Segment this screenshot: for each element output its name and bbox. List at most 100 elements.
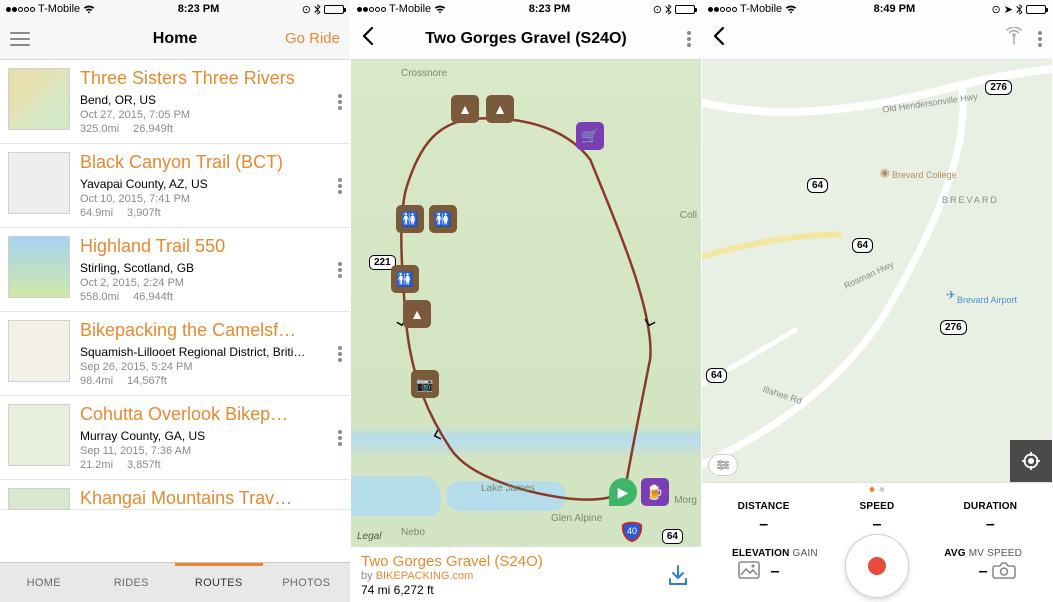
- camera-button[interactable]: [992, 561, 1016, 584]
- route-row[interactable]: Khangai Mountains Trav…: [0, 480, 350, 510]
- map-label-lake: Lake James: [481, 483, 535, 494]
- tab-rides[interactable]: RIDES: [88, 563, 176, 602]
- status-bar: T-Mobile 8:23 PM ⊙: [351, 0, 701, 18]
- row-more-button[interactable]: [338, 94, 342, 110]
- route-location: Bend, OR, US: [80, 93, 342, 107]
- row-more-button[interactable]: [338, 178, 342, 194]
- poi-start-icon[interactable]: ▶: [609, 478, 637, 506]
- author-link[interactable]: BIKEPACKING.com: [376, 570, 474, 582]
- map-label-crossnore: Crossnore: [401, 68, 447, 79]
- routes-list[interactable]: Three Sisters Three Rivers Bend, OR, US …: [0, 60, 350, 562]
- route-stats: 98.4mi14,567ft: [80, 375, 342, 387]
- nav-bar: Home Go Ride: [0, 18, 350, 60]
- footer-author: by BIKEPACKING.com: [361, 570, 691, 582]
- alarm-icon: ⊙: [302, 3, 311, 16]
- route-location: Yavapai County, AZ, US: [80, 177, 342, 191]
- poi-photo-icon[interactable]: 📷: [411, 370, 439, 398]
- highway-shield-icon: 64: [706, 368, 727, 383]
- tab-home[interactable]: HOME: [0, 563, 88, 602]
- map-settings-button[interactable]: [708, 454, 738, 476]
- bluetooth-icon: [314, 4, 321, 15]
- back-button[interactable]: [361, 26, 375, 52]
- back-button[interactable]: [712, 26, 726, 52]
- route-title: Khangai Mountains Trav…: [80, 488, 342, 509]
- alarm-icon: ⊙: [653, 3, 662, 16]
- phone-record-ride: T-Mobile 8:49 PM ⊙ ➤: [702, 0, 1053, 602]
- map-label-nebo: Nebo: [401, 527, 425, 538]
- row-more-button[interactable]: [338, 346, 342, 362]
- map-legal-link[interactable]: Legal: [357, 531, 381, 542]
- battery-icon: [675, 5, 695, 14]
- poi-restroom-icon[interactable]: 🚻: [429, 205, 457, 233]
- signal-dots-icon: [357, 7, 386, 12]
- status-bar: T-Mobile 8:49 PM ⊙ ➤: [702, 0, 1052, 18]
- route-map[interactable]: Crossnore Nebo Glen Alpine Lake James Co…: [351, 60, 701, 546]
- signal-dots-icon: [708, 7, 737, 12]
- poi-restroom-icon[interactable]: 🚻: [391, 265, 419, 293]
- battery-icon: [324, 5, 344, 14]
- route-stats: 21.2mi3,857ft: [80, 459, 342, 471]
- page-indicator[interactable]: [870, 487, 885, 492]
- live-map[interactable]: 276 64 64 64 276 BREVARD Brevard College…: [702, 60, 1052, 482]
- download-button[interactable]: [667, 563, 689, 592]
- route-stats: 325.0mi26,949ft: [80, 123, 342, 135]
- wifi-icon: [83, 5, 95, 14]
- gallery-button[interactable]: [738, 561, 760, 584]
- route-date: Sep 26, 2015, 5:24 PM: [80, 361, 342, 373]
- map-label-airport: Brevard Airport: [957, 295, 1017, 305]
- svg-text:40: 40: [627, 526, 637, 536]
- footer-stats: 74 mi 6,272 ft: [361, 583, 691, 597]
- bottom-tabs: HOME RIDES ROUTES PHOTOS: [0, 562, 350, 602]
- wifi-icon: [434, 5, 446, 14]
- tab-photos[interactable]: PHOTOS: [263, 563, 351, 602]
- route-title: Three Sisters Three Rivers: [80, 68, 342, 89]
- poi-campsite-icon[interactable]: ▲: [451, 95, 479, 123]
- route-row[interactable]: Cohutta Overlook Bikep… Murray County, G…: [0, 396, 350, 480]
- locate-me-button[interactable]: [1010, 440, 1052, 482]
- alarm-icon: ⊙: [992, 3, 1001, 16]
- map-label-morg: Morg: [674, 495, 697, 506]
- carrier-label: T-Mobile: [38, 3, 80, 15]
- map-label-college: Brevard College: [892, 170, 957, 180]
- tab-routes[interactable]: ROUTES: [175, 563, 263, 602]
- route-title: Highland Trail 550: [80, 236, 342, 257]
- route-date: Sep 11, 2015, 7:36 AM: [80, 445, 342, 457]
- broadcast-icon[interactable]: [1004, 27, 1024, 50]
- route-thumbnail: [8, 320, 70, 382]
- row-more-button[interactable]: [338, 262, 342, 278]
- nav-bar: [702, 18, 1052, 60]
- route-location: Squamish-Lillooet Regional District, Bri…: [80, 345, 342, 359]
- nav-more-button[interactable]: [687, 31, 691, 47]
- route-thumbnail: [8, 68, 70, 130]
- wifi-icon: [785, 5, 797, 14]
- route-location: Stirling, Scotland, GB: [80, 261, 342, 275]
- poi-campsite-icon[interactable]: ▲: [486, 95, 514, 123]
- record-button[interactable]: [845, 534, 909, 598]
- route-thumbnail: [8, 236, 70, 298]
- footer-route-title: Two Gorges Gravel (S24O): [361, 553, 691, 570]
- nav-more-button[interactable]: [1038, 31, 1042, 47]
- recording-panel: DISTANCE – SPEED – DURATION – ELEVATION …: [702, 482, 1052, 602]
- row-more-button[interactable]: [338, 430, 342, 446]
- poi-bar-icon[interactable]: 🍺: [641, 478, 669, 506]
- route-row[interactable]: Three Sisters Three Rivers Bend, OR, US …: [0, 60, 350, 144]
- carrier-label: T-Mobile: [389, 3, 431, 15]
- route-title: Black Canyon Trail (BCT): [80, 152, 342, 173]
- poi-shopping-icon[interactable]: 🛒: [576, 122, 604, 150]
- highway-shield-icon: 64: [852, 238, 873, 253]
- highway-shield-icon: 64: [662, 529, 683, 544]
- route-row[interactable]: Highland Trail 550 Stirling, Scotland, G…: [0, 228, 350, 312]
- hamburger-menu-button[interactable]: [10, 32, 30, 46]
- route-location: Murray County, GA, US: [80, 429, 342, 443]
- go-ride-button[interactable]: Go Ride: [285, 30, 340, 47]
- route-title: Cohutta Overlook Bikep…: [80, 404, 342, 425]
- poi-restroom-icon[interactable]: 🚻: [396, 205, 424, 233]
- nav-title: Two Gorges Gravel (S24O): [351, 30, 701, 48]
- signal-dots-icon: [6, 7, 35, 12]
- carrier-label: T-Mobile: [740, 3, 782, 15]
- poi-campsite-icon[interactable]: ▲: [403, 300, 431, 328]
- route-stats: 558.0mi46,944ft: [80, 291, 342, 303]
- route-row[interactable]: Bikepacking the Camelsf… Squamish-Lilloo…: [0, 312, 350, 396]
- route-stats: 64.9mi3,907ft: [80, 207, 342, 219]
- route-row[interactable]: Black Canyon Trail (BCT) Yavapai County,…: [0, 144, 350, 228]
